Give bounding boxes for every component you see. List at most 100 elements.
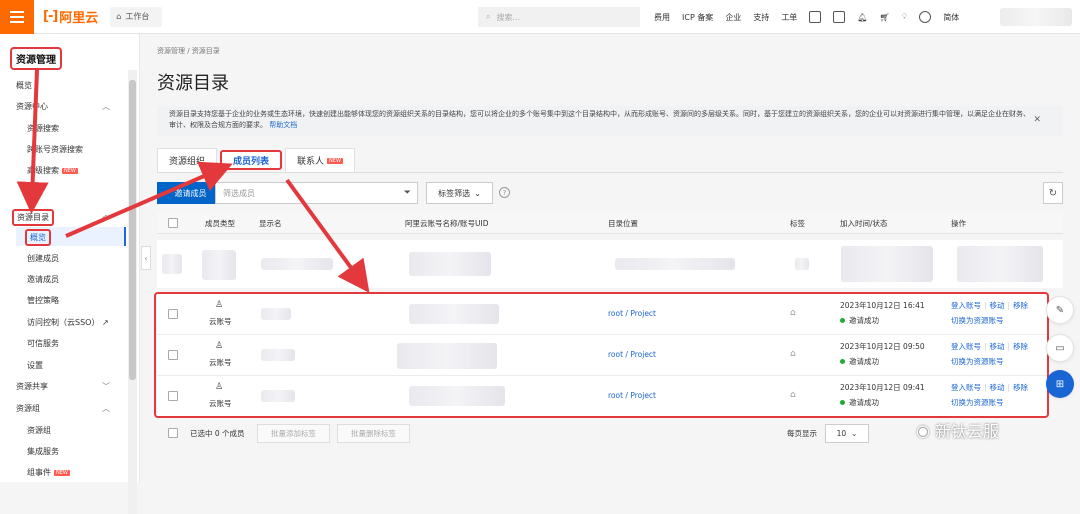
close-icon[interactable]: ✕: [1033, 115, 1041, 126]
nav-fees[interactable]: 费用: [654, 12, 670, 23]
chevron-up-icon[interactable]: ︿: [102, 403, 110, 414]
chevron-down-icon: ⌄: [474, 188, 481, 198]
search-input[interactable]: ⌕ 搜索...: [478, 7, 640, 27]
sidebar-scrollbar[interactable]: [128, 70, 137, 514]
nav-icp[interactable]: ICP 备案: [682, 12, 713, 23]
tab-contacts[interactable]: 联系人 NEW: [285, 148, 355, 172]
bulk-remove-tag-button[interactable]: 批量删除标签: [337, 424, 410, 443]
help-icon[interactable]: [919, 11, 932, 23]
tab-label: 联系人: [297, 157, 325, 167]
sidebar-item-label: 访问控制（云SSO）: [27, 318, 100, 327]
scrollbar-thumb[interactable]: [129, 80, 136, 380]
breadcrumb[interactable]: 资源管理 / 资源目录: [157, 46, 220, 56]
sidebar-item-rd-settings[interactable]: 设置: [27, 360, 43, 371]
bulk-add-tag-button[interactable]: 批量添加标签: [257, 424, 330, 443]
tag-filter-label: 标签筛选: [438, 188, 471, 198]
sidebar-item-create-member[interactable]: 创建成员: [27, 253, 59, 264]
workspace-label: 工作台: [125, 12, 150, 21]
col-member-type[interactable]: 成员类型: [205, 218, 235, 229]
chevron-up-icon[interactable]: ︿: [102, 101, 110, 112]
sidebar-item-resource-search[interactable]: 资源搜索: [27, 123, 59, 134]
new-badge: NEW: [62, 167, 78, 174]
tab-resource-org[interactable]: 资源组织: [157, 148, 218, 172]
col-account-uid[interactable]: 阿里云账号名称/账号UID: [405, 218, 489, 229]
redacted-block: [261, 258, 333, 270]
sidebar-group-resource-directory[interactable]: 资源目录: [12, 209, 54, 226]
help-icon[interactable]: ?: [499, 187, 510, 198]
select-all-checkbox[interactable]: [168, 218, 178, 228]
member-filter-input[interactable]: 筛选成员 ⏷: [215, 182, 418, 204]
table-row: [157, 240, 1063, 288]
redacted-block: [409, 252, 491, 276]
sidebar-item-label: 高级搜索: [27, 166, 59, 175]
toolbar: 邀请成员 筛选成员 ⏷ 标签筛选 ⌄ ? ↻: [157, 182, 1063, 204]
chat-icon[interactable]: ▭: [1046, 334, 1074, 362]
sidebar-group-resource-center[interactable]: 资源中心: [16, 101, 48, 112]
tag-filter-select[interactable]: 标签筛选 ⌄: [426, 182, 493, 204]
redacted-block: [162, 254, 182, 274]
nav-enterprise[interactable]: 企业: [725, 12, 741, 23]
terminal-icon[interactable]: [833, 11, 846, 23]
sidebar-item-overview[interactable]: 概览: [16, 80, 32, 91]
sidebar-item-invite-member[interactable]: 邀请成员: [27, 274, 59, 285]
collapse-sidebar-button[interactable]: ‹: [141, 246, 151, 270]
tab-member-list[interactable]: 成员列表: [220, 150, 283, 170]
apps-icon[interactable]: ⊞: [1046, 370, 1074, 398]
sidebar-item-control-policy[interactable]: 管控策略: [27, 295, 59, 306]
sidebar-item-cloud-sso[interactable]: 访问控制（云SSO） ↗: [27, 317, 109, 328]
sidebar-group-resource-group[interactable]: 资源组: [16, 403, 40, 414]
col-display-name[interactable]: 显示名: [259, 218, 282, 229]
filter-icon[interactable]: ⏷: [404, 188, 411, 198]
bulb-icon[interactable]: 💡︎: [902, 12, 908, 22]
nav-support[interactable]: 支持: [753, 12, 769, 23]
sidebar-item-integration[interactable]: 集成服务: [27, 446, 59, 457]
logo-text: 阿里云: [59, 11, 99, 26]
chevron-down-icon[interactable]: ﹀: [102, 381, 110, 392]
nav-ticket[interactable]: 工单: [781, 12, 797, 23]
user-avatar[interactable]: [1000, 8, 1072, 26]
col-actions[interactable]: 操作: [951, 218, 966, 229]
sidebar-group-resource-share[interactable]: 资源共享: [16, 381, 48, 392]
logo[interactable]: [-] 阿里云: [43, 7, 98, 26]
code-icon[interactable]: [809, 11, 822, 23]
external-link-icon: ↗: [102, 318, 109, 327]
sidebar-item-advanced-search[interactable]: 高级搜索 NEW: [27, 165, 78, 176]
redacted-block: [795, 258, 809, 270]
refresh-icon[interactable]: ↻: [1043, 182, 1063, 204]
sidebar-item-resource-group[interactable]: 资源组: [27, 425, 51, 436]
col-directory[interactable]: 目录位置: [608, 218, 638, 229]
search-placeholder: 搜索...: [496, 12, 521, 22]
bell-icon[interactable]: 🔔︎: [857, 13, 867, 22]
notice-text: 资源目录支持您基于企业的业务或生态环境，快速创建出能够体现您的资源组织关系的目录…: [169, 110, 1030, 129]
sidebar-item-settings[interactable]: 设置: [27, 186, 43, 197]
edit-icon[interactable]: ✎: [1046, 296, 1074, 324]
chevron-up-icon[interactable]: ︿: [102, 209, 110, 220]
highlight-box: [154, 292, 1049, 418]
sidebar-item-cross-account-search[interactable]: 跨账号资源搜索: [27, 144, 83, 155]
sidebar-item-group-events[interactable]: 组事件 NEW: [27, 467, 70, 478]
page-size-select[interactable]: 10 ⌄: [825, 424, 869, 443]
tabs: 资源组织 成员列表 联系人 NEW: [157, 148, 1063, 173]
sidebar-item-rd-overview[interactable]: 概览: [25, 229, 51, 246]
help-doc-link[interactable]: 帮助文档: [269, 121, 297, 129]
home-icon: ⌂: [116, 12, 122, 21]
menu-icon[interactable]: [0, 0, 34, 34]
sidebar-item-trusted-service[interactable]: 可信服务: [27, 338, 59, 349]
workspace-button[interactable]: ⌂ 工作台: [110, 6, 163, 27]
redacted-block: [615, 258, 735, 270]
table-header: 成员类型 显示名 阿里云账号名称/账号UID 目录位置 标签 加入时间/状态 操…: [157, 212, 1063, 234]
col-join-time[interactable]: 加入时间/状态: [840, 218, 888, 229]
new-badge: NEW: [54, 469, 70, 476]
page-size-label: 每页显示: [787, 429, 817, 438]
language-switch[interactable]: 简体: [943, 12, 959, 23]
watermark: ◉ 新钛云服: [916, 418, 999, 442]
invite-member-button[interactable]: 邀请成员: [157, 182, 224, 204]
sidebar-item-label: 组事件: [27, 468, 51, 477]
col-tags[interactable]: 标签: [790, 218, 805, 229]
new-badge: NEW: [327, 157, 343, 164]
cart-icon[interactable]: 🛒︎: [879, 13, 889, 22]
redacted-block: [841, 246, 933, 282]
sidebar: 资源管理 概览 资源中心 ︿ 资源搜索 跨账号资源搜索 高级搜索 NEW 设置 资…: [0, 34, 140, 514]
footer-select-checkbox[interactable]: [168, 428, 178, 438]
redacted-block: [202, 250, 236, 280]
